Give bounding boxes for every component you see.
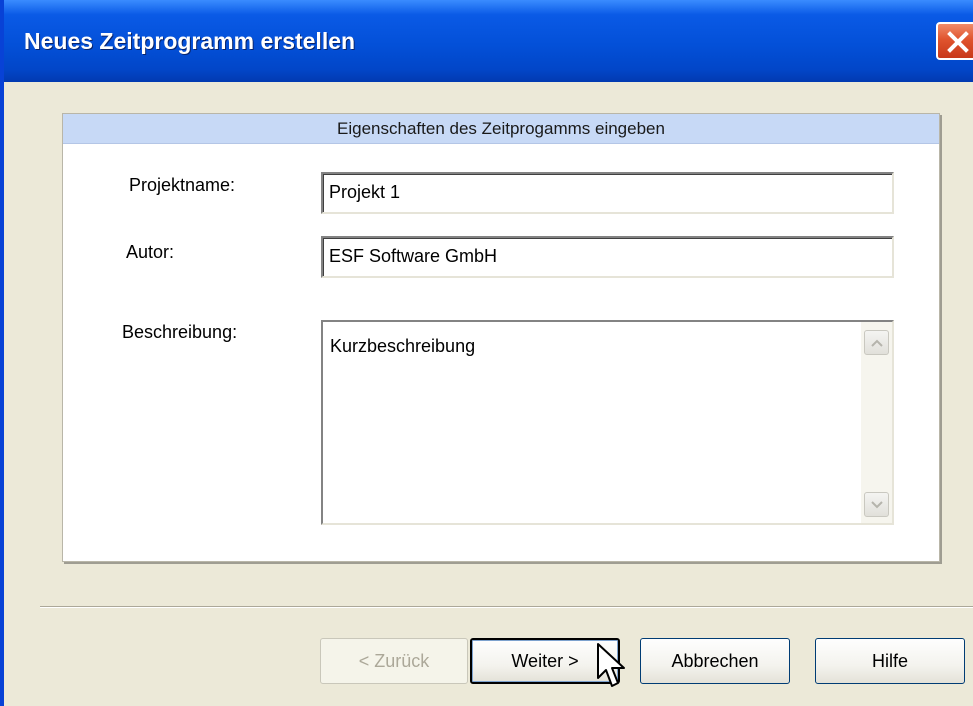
- help-button[interactable]: Hilfe: [815, 638, 965, 684]
- mouse-cursor-icon: [597, 643, 625, 687]
- beschreibung-text: Kurzbeschreibung: [330, 336, 476, 356]
- chevron-down-icon: [871, 501, 883, 509]
- beschreibung-textarea[interactable]: Kurzbeschreibung: [321, 320, 894, 525]
- projektname-label: Projektname:: [129, 175, 236, 195]
- autor-label: Autor:: [126, 242, 175, 262]
- close-icon: [947, 31, 969, 53]
- panel-header: Eigenschaften des Zeitprogamms eingeben: [63, 114, 939, 144]
- window-title: Neues Zeitprogramm erstellen: [24, 28, 356, 54]
- button-separator: [40, 606, 973, 608]
- scroll-up-button[interactable]: [864, 330, 889, 355]
- chevron-up-icon: [871, 339, 883, 347]
- back-button[interactable]: < Zurück: [320, 638, 468, 684]
- beschreibung-label: Beschreibung:: [122, 322, 238, 342]
- cancel-button[interactable]: Abbrechen: [640, 638, 790, 684]
- projektname-input[interactable]: Projekt 1: [321, 172, 894, 214]
- title-bar[interactable]: Neues Zeitprogramm erstellen: [4, 0, 973, 82]
- dialog-window: Neues Zeitprogramm erstellen Eigenschaft…: [0, 0, 973, 706]
- autor-input[interactable]: ESF Software GmbH: [321, 236, 894, 278]
- vertical-scrollbar[interactable]: [861, 322, 892, 523]
- scroll-down-button[interactable]: [864, 492, 889, 517]
- close-button[interactable]: [936, 22, 973, 60]
